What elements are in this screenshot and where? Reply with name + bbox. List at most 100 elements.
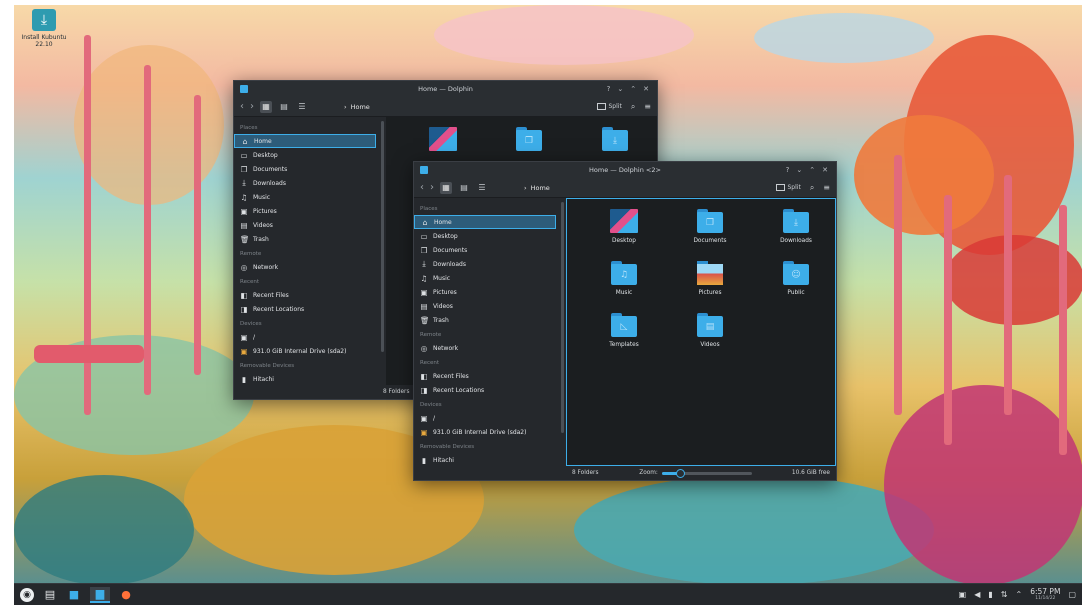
details-view-icon[interactable]: ☰ — [296, 101, 308, 113]
sidebar-item-hitachi[interactable]: ▮ Hitachi — [414, 453, 556, 467]
sidebar-item-trash[interactable]: 🗑 Trash — [414, 313, 556, 327]
sidebar-item-desktop[interactable]: ▭ Desktop — [234, 148, 376, 162]
window-title: Home — Dolphin — [418, 85, 473, 93]
sidebar-item-root[interactable]: ▣ / — [414, 411, 556, 425]
file-item[interactable]: Pictures — [667, 261, 753, 309]
videos-folder-icon: ▤ — [697, 313, 723, 337]
file-item[interactable]: ☺ Public — [753, 261, 835, 309]
close-icon[interactable]: ✕ — [643, 85, 649, 93]
zoom-slider-handle[interactable] — [675, 468, 685, 478]
zoom-label: Zoom: — [639, 470, 658, 476]
recent-files-icon: ◧ — [240, 290, 248, 300]
install-kubuntu-icon[interactable]: ⤓ Install Kubuntu 22.10 — [18, 9, 70, 48]
icons-view-icon[interactable]: ▦ — [440, 181, 452, 194]
network-icon: ◎ — [420, 343, 428, 353]
search-icon[interactable]: ⌕ — [810, 183, 814, 193]
details-view-icon[interactable]: ☰ — [476, 182, 488, 194]
file-item[interactable]: ❐ Documents — [667, 209, 753, 257]
file-item[interactable]: ⤓ Downloads — [753, 209, 835, 257]
sidebar-item-recent-locations[interactable]: ◨ Recent Locations — [414, 383, 556, 397]
sidebar-item-downloads[interactable]: ⤓ Downloads — [234, 176, 376, 190]
show-desktop-icon[interactable]: ▢ — [1068, 590, 1076, 599]
forward-arrow-icon[interactable]: › — [430, 182, 434, 193]
maximize-icon[interactable]: ⌃ — [630, 85, 636, 93]
pictures-icon: ▣ — [420, 287, 428, 297]
pictures-folder-icon — [697, 261, 723, 285]
hamburger-menu-icon[interactable]: ≡ — [823, 183, 830, 192]
split-button[interactable]: Split — [775, 184, 801, 191]
minimize-icon[interactable]: ⌄ — [796, 166, 802, 174]
toolbar: ‹ › ▦ ▤ ☰ › Home Split ⌕ ≡ — [414, 178, 836, 198]
breadcrumb[interactable]: › Home — [344, 103, 370, 111]
file-item[interactable]: ♫ Music — [581, 261, 667, 309]
sidebar-item-home[interactable]: ⌂ Home — [234, 134, 376, 148]
dolphin-task-icon[interactable]: ▆ — [90, 586, 110, 603]
search-icon[interactable]: ⌕ — [631, 102, 635, 112]
sidebar-item-hitachi[interactable]: ▮ Hitachi — [234, 372, 376, 386]
compact-view-icon[interactable]: ▤ — [278, 101, 290, 113]
sidebar-item-trash[interactable]: 🗑 Trash — [234, 232, 376, 246]
breadcrumb[interactable]: › Home — [524, 184, 550, 192]
title-bar[interactable]: Home — Dolphin <2> ? ⌄ ⌃ ✕ — [414, 162, 836, 178]
volume-icon[interactable]: ◀ — [974, 590, 980, 599]
help-icon[interactable]: ? — [786, 166, 790, 174]
sidebar-item-home[interactable]: ⌂ Home — [414, 215, 556, 229]
sidebar-item-music[interactable]: ♫ Music — [414, 271, 556, 285]
file-view[interactable]: Desktop ❐ Documents ⤓ Downloads ♫ Music Pic… — [566, 198, 836, 466]
minimize-icon[interactable]: ⌄ — [617, 85, 623, 93]
icons-view-icon[interactable]: ▦ — [260, 100, 272, 113]
sidebar-item-network[interactable]: ◎ Network — [414, 341, 556, 355]
clipboard-icon[interactable]: ▣ — [959, 590, 967, 599]
sidebar-item-documents[interactable]: ❐ Documents — [414, 243, 556, 257]
network-icon[interactable]: ⇅ — [1001, 590, 1008, 599]
sidebar-item-downloads[interactable]: ⤓ Downloads — [414, 257, 556, 271]
sidebar-item-recent-files[interactable]: ◧ Recent Files — [234, 288, 376, 302]
pager-icon[interactable]: ▤ — [42, 587, 58, 603]
back-arrow-icon[interactable]: ‹ — [240, 101, 244, 112]
zoom-slider[interactable] — [661, 468, 752, 478]
digital-clock[interactable]: 6:57 PM 11/14/22 — [1030, 588, 1060, 601]
sidebar-item-videos[interactable]: ▤ Videos — [234, 218, 376, 232]
breadcrumb-home[interactable]: Home — [531, 184, 550, 192]
sidebar-item-desktop[interactable]: ▭ Desktop — [414, 229, 556, 243]
sidebar-item-recent-files[interactable]: ◧ Recent Files — [414, 369, 556, 383]
breadcrumb-home[interactable]: Home — [351, 103, 370, 111]
back-arrow-icon[interactable]: ‹ — [420, 182, 424, 193]
sidebar-item-music[interactable]: ♫ Music — [234, 190, 376, 204]
help-icon[interactable]: ? — [607, 85, 611, 93]
sidebar-item-pictures[interactable]: ▣ Pictures — [414, 285, 556, 299]
split-button[interactable]: Split — [596, 103, 622, 110]
sidebar-scrollbar[interactable] — [561, 202, 564, 434]
discover-icon[interactable]: ■ — [66, 587, 82, 603]
expand-tray-icon[interactable]: ⌃ — [1016, 590, 1023, 599]
file-item[interactable]: Desktop — [581, 209, 667, 257]
file-item[interactable]: ◺ Templates — [581, 313, 667, 361]
hamburger-menu-icon[interactable]: ≡ — [644, 102, 651, 111]
usb-drive-icon: ▮ — [421, 455, 427, 465]
sidebar-item-root[interactable]: ▣ / — [234, 330, 376, 344]
install-kubuntu-label: Install Kubuntu 22.10 — [21, 34, 67, 49]
sidebar-item-network[interactable]: ◎ Network — [234, 260, 376, 274]
status-bar: 8 Folders Zoom: 10.6 GiB free — [566, 466, 836, 480]
sidebar-scrollbar[interactable] — [381, 121, 384, 353]
dolphin-window-front[interactable]: Home — Dolphin <2> ? ⌄ ⌃ ✕ ‹ › ▦ ▤ ☰ › H… — [413, 161, 837, 481]
maximize-icon[interactable]: ⌃ — [809, 166, 815, 174]
breadcrumb-chevron-icon: › — [524, 183, 527, 192]
firefox-icon[interactable]: ● — [118, 587, 134, 603]
sidebar-item-internal-drive[interactable]: ▣ 931.0 GiB Internal Drive (sda2) — [414, 425, 556, 439]
file-item[interactable]: ▤ Videos — [667, 313, 753, 361]
forward-arrow-icon[interactable]: › — [250, 101, 254, 112]
pictures-icon: ▣ — [240, 206, 248, 216]
videos-icon: ▤ — [420, 301, 428, 311]
compact-view-icon[interactable]: ▤ — [458, 182, 470, 194]
close-icon[interactable]: ✕ — [822, 166, 828, 174]
sidebar-item-documents[interactable]: ❐ Documents — [234, 162, 376, 176]
title-bar[interactable]: Home — Dolphin ? ⌄ ⌃ ✕ — [234, 81, 657, 97]
trash-icon: 🗑 — [240, 234, 250, 244]
sidebar-item-internal-drive[interactable]: ▣ 931.0 GiB Internal Drive (sda2) — [234, 344, 376, 358]
sidebar-item-recent-locations[interactable]: ◨ Recent Locations — [234, 302, 376, 316]
sidebar-item-pictures[interactable]: ▣ Pictures — [234, 204, 376, 218]
app-launcher-icon[interactable]: ◉ — [20, 587, 34, 602]
sidebar-item-videos[interactable]: ▤ Videos — [414, 299, 556, 313]
battery-icon[interactable]: ▮ — [988, 590, 992, 599]
